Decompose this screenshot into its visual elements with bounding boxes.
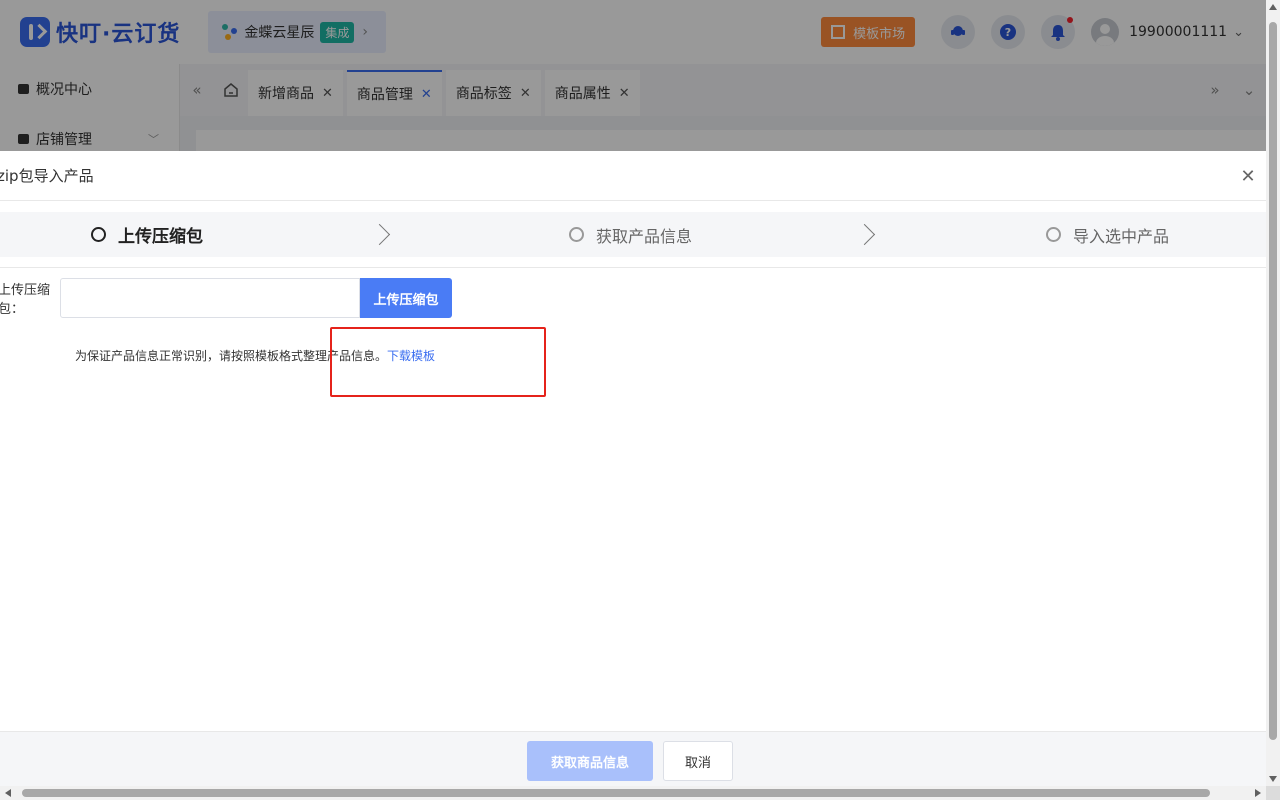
step-label: 导入选中产品	[1073, 226, 1170, 246]
highlight-box	[330, 327, 546, 397]
divider	[0, 267, 1266, 268]
step-circle-icon	[91, 227, 106, 242]
chevron-right-icon	[857, 224, 875, 246]
step-upload: 上传压缩包	[91, 212, 203, 257]
cancel-button[interactable]: 取消	[663, 741, 733, 781]
step-indicator: 上传压缩包 获取产品信息 导入选中产品	[0, 212, 1266, 257]
step-circle-icon	[1046, 227, 1061, 242]
scroll-up-icon[interactable]	[1269, 4, 1277, 10]
horizontal-scrollbar[interactable]	[0, 786, 1266, 800]
dialog-title: zip包导入产品	[0, 167, 94, 185]
zip-import-dialog: zip包导入产品 ✕ 上传压缩包 获取产品信息 导入选中产品 上传压缩包： 上传…	[0, 151, 1266, 788]
scrollbar-corner	[1266, 786, 1280, 800]
scroll-right-icon[interactable]	[1255, 789, 1261, 797]
close-icon[interactable]: ✕	[1238, 167, 1258, 187]
step-label: 上传压缩包	[118, 227, 203, 247]
step-import-selected: 导入选中产品	[1046, 212, 1169, 257]
step-circle-icon	[569, 227, 584, 242]
step-label: 获取产品信息	[596, 226, 693, 246]
upload-file-input[interactable]	[60, 278, 360, 318]
chevron-right-icon	[372, 224, 390, 246]
fetch-product-info-button[interactable]: 获取商品信息	[527, 741, 653, 781]
scroll-down-icon[interactable]	[1269, 776, 1277, 782]
upload-zip-button[interactable]: 上传压缩包	[360, 278, 452, 318]
horizontal-scroll-thumb[interactable]	[22, 789, 1210, 797]
vertical-scrollbar[interactable]	[1266, 0, 1280, 786]
upload-label: 上传压缩包：	[0, 283, 51, 317]
dialog-footer: 获取商品信息 取消	[0, 731, 1266, 788]
upload-row: 上传压缩包： 上传压缩包	[0, 278, 452, 318]
step-fetch-info: 获取产品信息	[569, 212, 692, 257]
vertical-scroll-thumb[interactable]	[1269, 22, 1277, 740]
scroll-left-icon[interactable]	[5, 789, 11, 797]
dialog-header: zip包导入产品	[0, 151, 1266, 201]
